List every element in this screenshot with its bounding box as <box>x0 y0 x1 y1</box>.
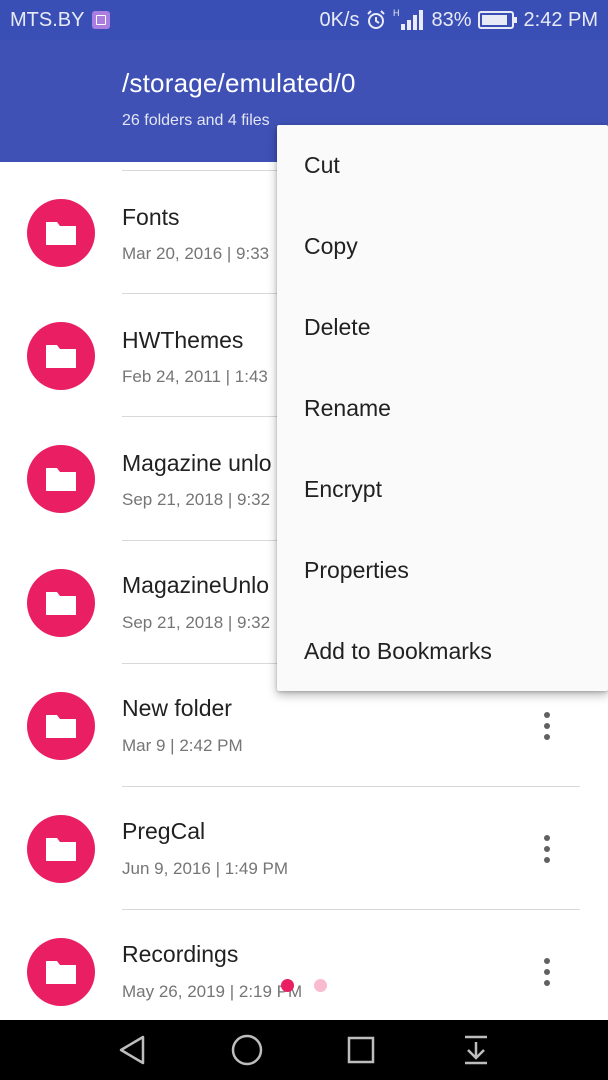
folder-icon <box>27 692 95 760</box>
net-speed: 0K/s <box>319 8 360 31</box>
folder-icon <box>27 938 95 1006</box>
folder-name: PregCal <box>122 818 206 844</box>
clock: 2:42 PM <box>523 8 598 31</box>
folder-date: Sep 21, 2018 | 9:32 <box>122 613 271 632</box>
alarm-icon <box>365 9 387 31</box>
folder-date: Mar 9 | 2:42 PM <box>122 736 243 755</box>
signal-icon: H <box>393 8 425 32</box>
svg-text:H: H <box>393 8 400 18</box>
carrier-label: MTS.BY <box>10 8 85 31</box>
status-bar: MTS.BY 0K/s H 83% 2:42 PM <box>0 0 608 40</box>
folder-name: New folder <box>122 695 232 721</box>
folder-name: Recordings <box>122 941 239 967</box>
folder-icon <box>27 815 95 883</box>
page-indicator-dot <box>314 979 327 992</box>
menu-item-rename[interactable]: Rename <box>277 368 608 449</box>
folder-date: May 26, 2019 | 2:19 PM <box>122 982 303 1001</box>
battery-icon <box>477 10 518 30</box>
notification-shade-icon[interactable] <box>436 1020 516 1080</box>
folder-name: MagazineUnlo <box>122 572 270 598</box>
more-options-button[interactable] <box>531 706 563 746</box>
status-left: MTS.BY <box>10 0 111 40</box>
list-item[interactable]: PregCal Jun 9, 2016 | 1:49 PM <box>0 786 608 909</box>
menu-item-encrypt[interactable]: Encrypt <box>277 449 608 530</box>
folder-name: Magazine unlo <box>122 450 272 476</box>
menu-item-cut[interactable]: Cut <box>277 125 608 206</box>
list-item[interactable]: Recordings May 26, 2019 | 2:19 PM <box>0 909 608 1020</box>
recents-icon[interactable] <box>321 1020 401 1080</box>
folder-name: HWThemes <box>122 327 244 353</box>
folder-summary: 26 folders and 4 files <box>122 112 270 129</box>
folder-date: Feb 24, 2011 | 1:43 <box>122 367 268 386</box>
folder-icon <box>27 199 95 267</box>
gallery-icon <box>92 11 111 29</box>
back-icon[interactable] <box>92 1020 172 1080</box>
folder-name: Fonts <box>122 204 180 230</box>
folder-icon <box>27 322 95 390</box>
system-nav-bar <box>0 1020 608 1080</box>
context-menu: Cut Copy Delete Rename Encrypt Propertie… <box>277 125 608 691</box>
current-path: /storage/emulated/0 <box>122 68 356 98</box>
menu-item-copy[interactable]: Copy <box>277 206 608 287</box>
menu-item-add-to-bookmarks[interactable]: Add to Bookmarks <box>277 611 608 692</box>
folder-date: Mar 20, 2016 | 9:33 <box>122 244 270 263</box>
status-right: 0K/s H 83% 2:42 PM <box>319 0 598 40</box>
folder-icon <box>27 445 95 513</box>
battery-percent: 83% <box>431 8 472 31</box>
folder-date: Sep 21, 2018 | 9:32 <box>122 490 271 509</box>
home-icon[interactable] <box>207 1020 287 1080</box>
more-options-button[interactable] <box>531 952 563 992</box>
more-options-button[interactable] <box>531 829 563 869</box>
page-indicator-dot-active <box>281 979 294 992</box>
menu-item-delete[interactable]: Delete <box>277 287 608 368</box>
menu-item-properties[interactable]: Properties <box>277 530 608 611</box>
folder-icon <box>27 569 95 637</box>
folder-date: Jun 9, 2016 | 1:49 PM <box>122 859 289 878</box>
